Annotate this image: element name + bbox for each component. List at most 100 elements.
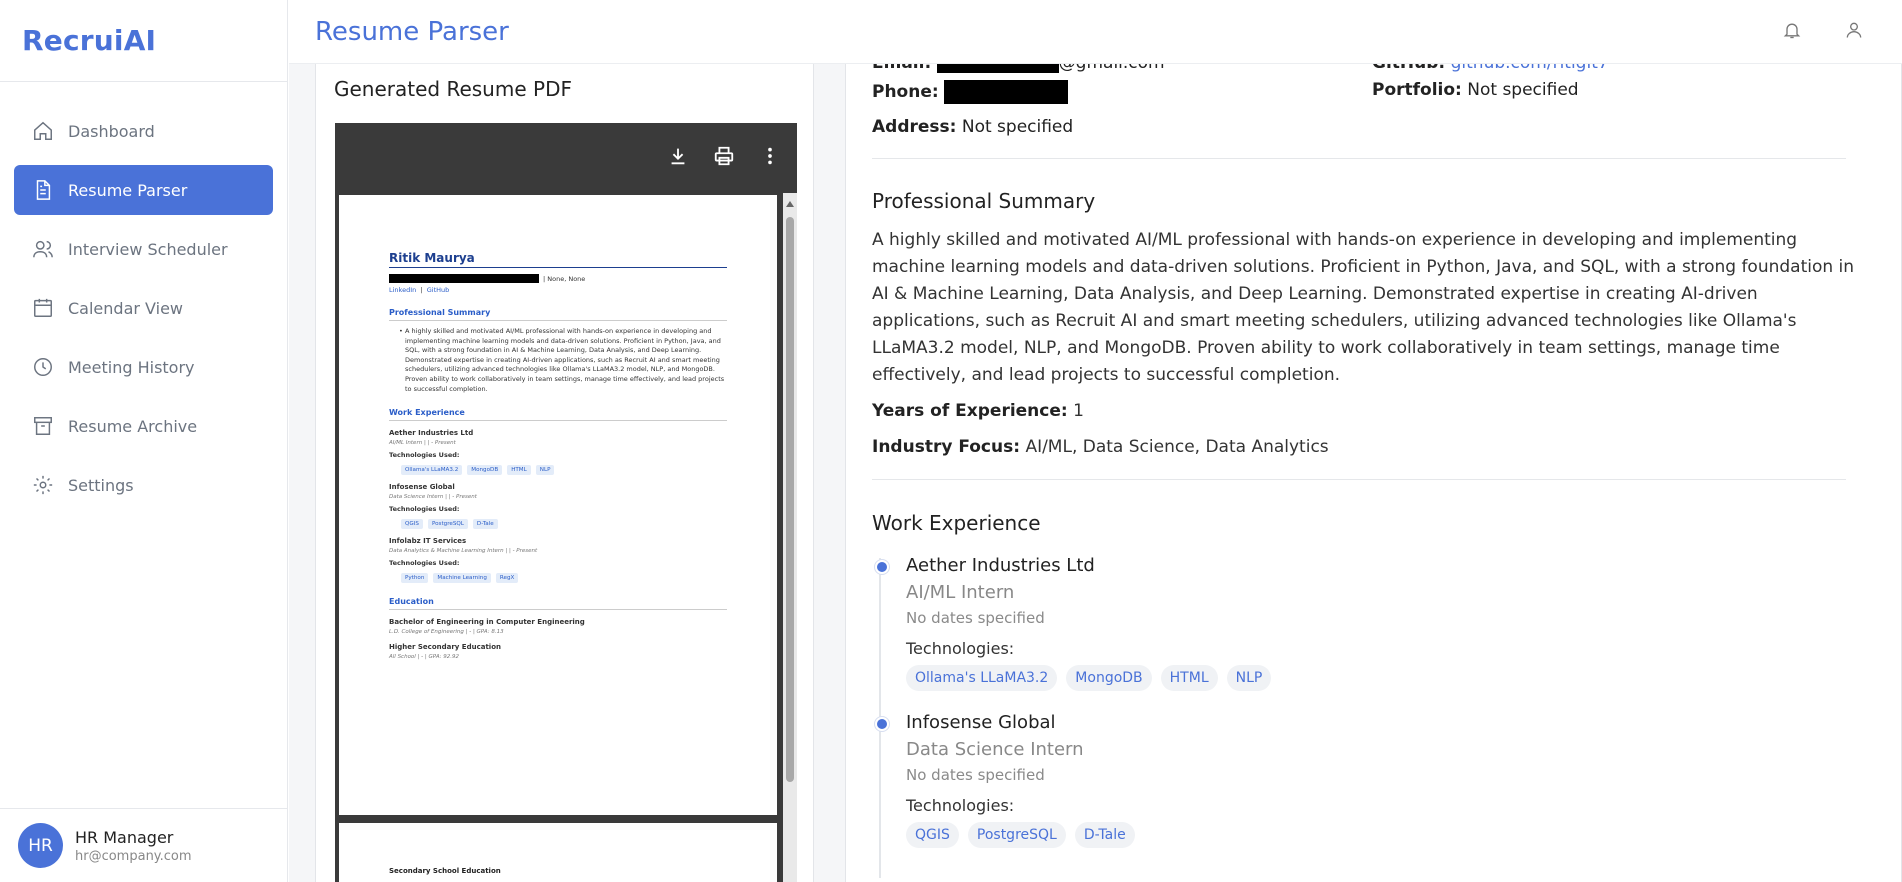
years-label: Years of Experience: [872,401,1068,421]
resume-degree-detail: L.D. College of Engineering | - | GPA: 8… [389,629,504,636]
portfolio-row: Portfolio: Not specified [1372,80,1579,100]
pdf-card-title: Generated Resume PDF [334,77,572,101]
resume-tech-chip: HTML [507,465,531,476]
calendar-icon [32,297,54,319]
resume-job-role: Data Analytics & Machine Learning Intern… [389,548,538,555]
pdf-page: Ritik Maurya | None, None LinkedIn | Git… [339,195,777,815]
tech-chip: HTML [1160,665,1218,691]
sidebar-item-label: Dashboard [68,121,155,141]
parsed-info-card: Email: @gmail.com GitHub: github.com/rit… [845,64,1902,882]
email-label: Email: [872,64,931,73]
pdf-toolbar [335,123,797,193]
home-icon [32,120,54,142]
sidebar-item-meeting-history[interactable]: Meeting History [14,342,273,392]
resume-job-company: Infosense Global [389,483,455,492]
download-icon[interactable] [667,145,689,171]
tech-chip: Ollama's LLaMA3.2 [906,665,1058,691]
resume-tech-chip: PostgreSQL [427,519,468,530]
job-role: Data Science Intern [906,739,1084,760]
redacted-phone [944,80,1069,104]
sidebar-item-calendar-view[interactable]: Calendar View [14,283,273,333]
sidebar-item-resume-archive[interactable]: Resume Archive [14,401,273,451]
page-title: Resume Parser [315,16,509,47]
resume-summary-heading: Professional Summary [389,308,727,321]
avatar: HR [18,823,63,868]
brand-logo-text: RecruiAI [22,24,157,57]
users-icon [32,238,54,260]
timeline-dot [875,717,889,731]
address-row: Address: Not specified [872,117,1073,137]
resume-tech-chips: QGIS PostgreSQL D-Tale [389,519,727,530]
sidebar-item-label: Settings [68,475,134,495]
email-row: Email: @gmail.com [872,64,1165,73]
section-divider [872,479,1846,480]
tech-chip: NLP [1226,665,1272,691]
job-tech-label: Technologies: [906,796,1015,815]
pdf-scrollbar-thumb[interactable] [786,217,794,782]
sidebar-item-label: Meeting History [68,357,195,377]
section-divider [872,158,1846,159]
job-company: Aether Industries Ltd [906,555,1095,576]
print-icon[interactable] [713,145,735,171]
industry-label: Industry Focus: [872,437,1021,457]
job-tech-label: Technologies: [906,639,1015,658]
pdf-viewer[interactable]: Ritik Maurya | None, None LinkedIn | Git… [335,123,797,882]
resume-github-link[interactable]: GitHub [427,286,450,294]
resume-tech-chip: NLP [535,465,555,476]
github-link[interactable]: github.com/ritigit7 [1451,64,1609,73]
user-name: HR Manager [75,827,174,847]
sidebar: RecruiAI Dashboard Resume Parser Intervi… [0,0,288,882]
email-value: @gmail.com [1059,64,1165,73]
tech-chip: PostgreSQL [967,822,1066,848]
resume-contact: | None, None [389,274,727,283]
resume-summary-text: A highly skilled and motivated AI/ML pro… [389,327,727,394]
job-tech-chips: Ollama's LLaMA3.2 MongoDB HTML NLP [906,665,1272,691]
user-icon[interactable] [1844,20,1864,44]
resume-degree-detail: All School | - | GPA: 92.92 [389,654,460,661]
more-vertical-icon[interactable] [759,145,781,171]
sidebar-item-dashboard[interactable]: Dashboard [14,106,273,156]
gear-icon [32,474,54,496]
github-label: GitHub: [1372,64,1445,73]
main-content[interactable]: Generated Resume PDF Ritik Maurya | None… [289,64,1902,882]
app: RecruiAI Dashboard Resume Parser Intervi… [0,0,1902,882]
sidebar-item-settings[interactable]: Settings [14,460,273,510]
summary-heading: Professional Summary [872,189,1096,213]
phone-row: Phone: [872,80,1069,104]
redacted-contact [389,274,539,283]
bell-icon[interactable] [1782,20,1802,44]
tech-chip: MongoDB [1066,665,1152,691]
resume-tech-label: Technologies Used: [389,559,460,568]
redacted-email [936,64,1059,73]
sidebar-item-label: Calendar View [68,298,183,318]
resume-job-role: AI/ML Intern | | - Present [389,440,456,447]
job-company: Infosense Global [906,712,1056,733]
sidebar-item-interview-scheduler[interactable]: Interview Scheduler [14,224,273,274]
tech-chip: D-Tale [1074,822,1135,848]
github-row: GitHub: github.com/ritigit7 [1372,64,1609,73]
top-header: Resume Parser [289,0,1902,64]
brand[interactable]: RecruiAI [0,0,287,82]
resume-education-heading: Education [389,597,727,611]
pdf-page-2: Secondary School Education [339,823,777,882]
years-value: 1 [1073,401,1084,421]
user-profile[interactable]: HR HR Manager hr@company.com [0,808,288,882]
resume-linkedin-link[interactable]: LinkedIn [389,286,416,294]
clock-icon [32,356,54,378]
job-dates: No dates specified [906,609,1045,627]
summary-text: A highly skilled and motivated AI/ML pro… [872,230,1855,385]
pdf-scrollbar[interactable] [783,193,797,882]
portfolio-value: Not specified [1467,80,1579,100]
sidebar-item-resume-parser[interactable]: Resume Parser [14,165,273,215]
job-role: AI/ML Intern [906,582,1015,603]
years-row: Years of Experience: 1 [872,401,1084,421]
resume-tech-chip: QGIS [401,519,423,530]
resume-degree: Higher Secondary Education [389,643,501,652]
resume-tech-chip: D-Tale [472,519,498,530]
document-icon [32,179,54,201]
address-label: Address: [872,117,957,137]
resume-tech-chip: Machine Learning [433,573,491,584]
resume-tech-chip: Ollama's LLaMA3.2 [401,465,463,476]
resume-job-company: Infolabz IT Services [389,537,467,546]
scroll-up-arrow-icon[interactable] [786,201,794,207]
